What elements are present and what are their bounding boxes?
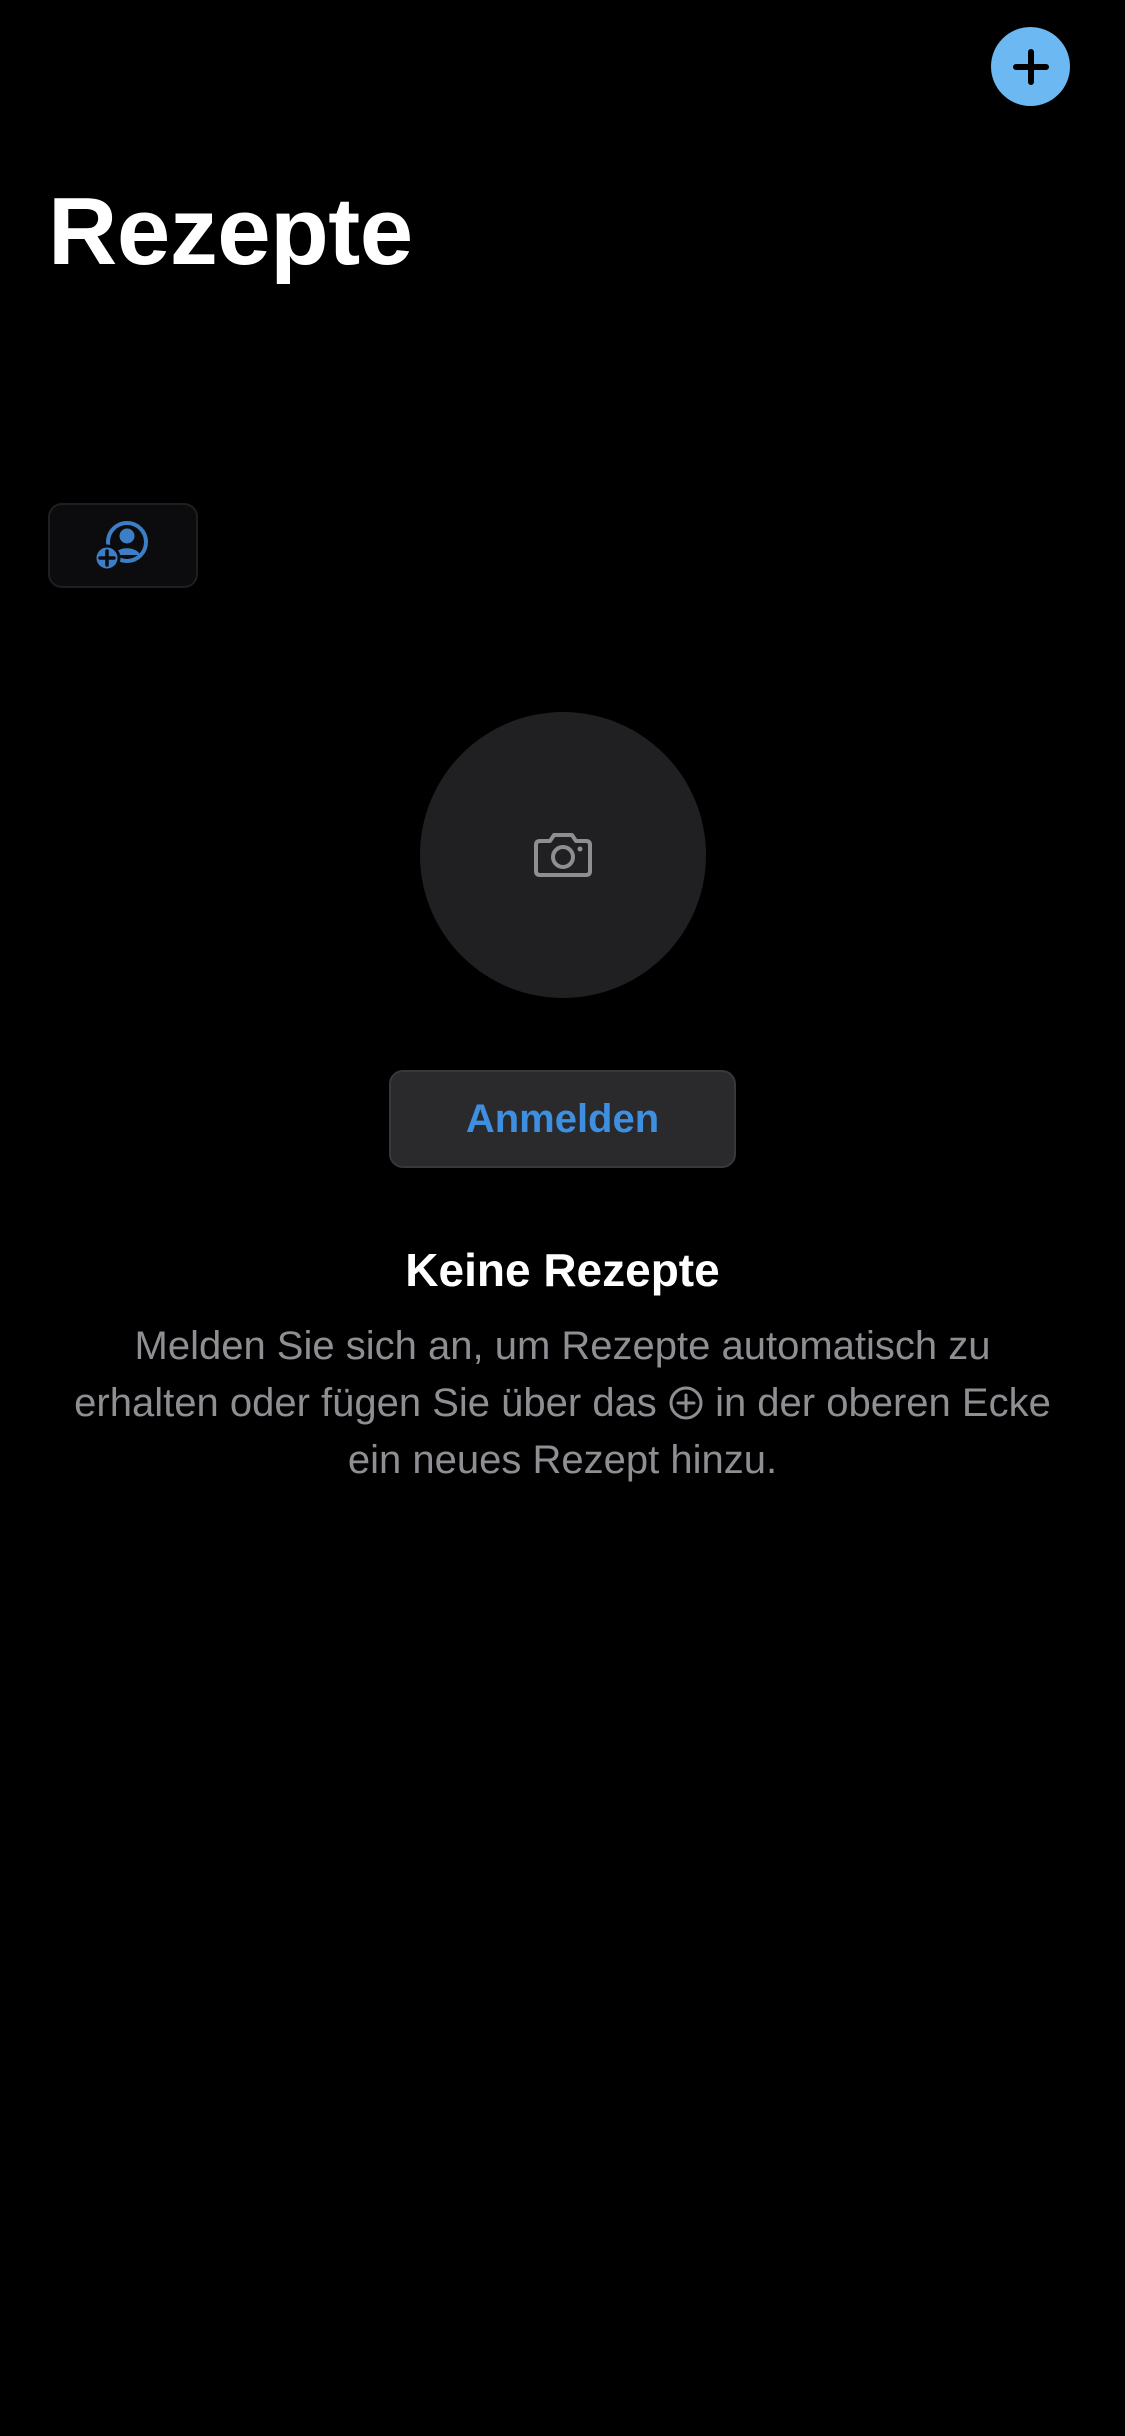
- empty-state-title: Keine Rezepte: [405, 1244, 720, 1296]
- plus-icon: [1012, 48, 1049, 85]
- add-photo-button[interactable]: [420, 712, 706, 998]
- empty-state-message: Melden Sie sich an, um Rezepte automatis…: [70, 1318, 1055, 1489]
- login-button[interactable]: Anmelden: [389, 1070, 736, 1168]
- plus-circle-icon: [669, 1386, 703, 1420]
- share-profile-button[interactable]: [48, 503, 198, 588]
- add-recipe-button[interactable]: [991, 27, 1070, 106]
- page-title: Rezepte: [48, 178, 413, 285]
- camera-icon: [534, 833, 592, 877]
- person-add-icon: [93, 520, 148, 571]
